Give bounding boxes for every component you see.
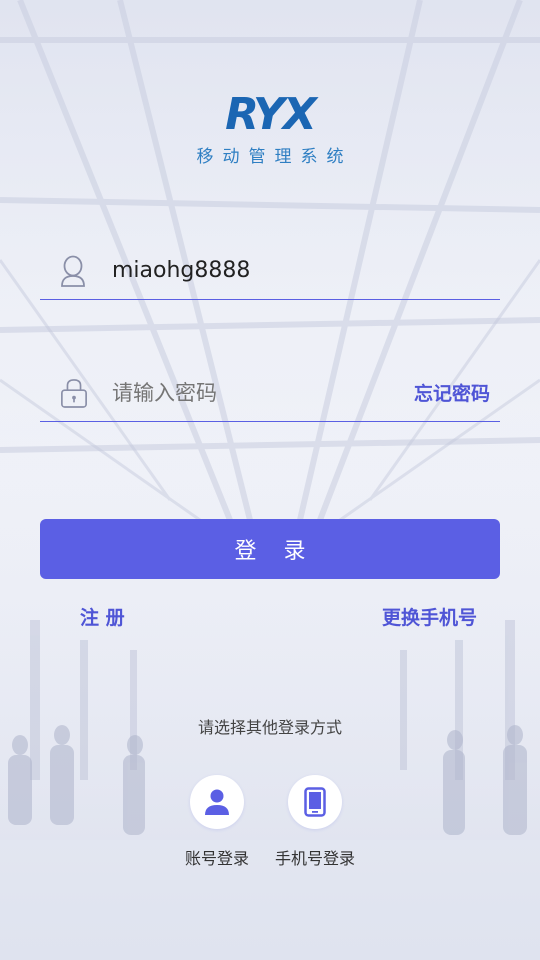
phone-login-button[interactable] (288, 775, 342, 829)
account-login-option[interactable]: 账号登录 (162, 775, 272, 869)
change-phone-link[interactable]: 更换手机号 (382, 603, 477, 630)
phone-login-label: 手机号登录 (274, 849, 355, 868)
logo-subtitle: 移动管理系统 (196, 147, 353, 167)
username-value: miaohg8888 (112, 258, 251, 283)
username-field[interactable]: miaohg8888 (40, 242, 500, 300)
logo-mark: RYX (225, 89, 317, 140)
login-button[interactable]: 登 录 (40, 519, 500, 579)
app-logo: RYX 移动管理系统 (0, 89, 540, 168)
password-field[interactable]: 忘记密码 (40, 364, 500, 422)
forgot-password-link[interactable]: 忘记密码 (414, 379, 490, 406)
password-input[interactable] (112, 380, 372, 405)
lock-icon (40, 376, 88, 410)
user-icon (205, 789, 229, 815)
register-link[interactable]: 注 册 (80, 603, 125, 630)
user-icon (40, 255, 88, 287)
phone-icon (304, 787, 326, 817)
other-login-title: 请选择其他登录方式 (197, 718, 342, 737)
account-login-label: 账号登录 (184, 849, 249, 868)
phone-login-option[interactable]: 手机号登录 (260, 775, 370, 869)
account-login-button[interactable] (190, 775, 244, 829)
